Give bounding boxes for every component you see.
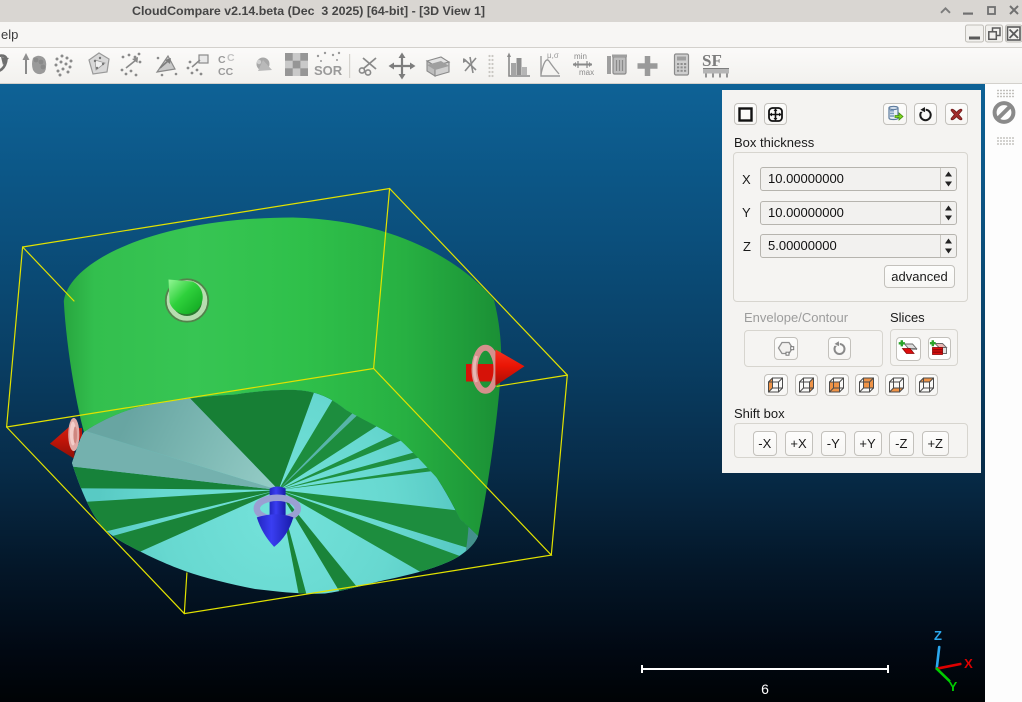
svg-text:X: X [964,656,973,671]
svg-text:CC: CC [218,66,234,78]
svg-text:SF: SF [702,51,722,70]
svg-text:6: 6 [761,681,769,697]
svg-text:C: C [218,54,226,66]
svg-text:max: max [579,68,594,77]
svg-text:μ,σ: μ,σ [547,51,559,60]
svg-text:Y: Y [949,679,958,694]
svg-text:SOR: SOR [314,63,343,78]
svg-text:C: C [227,52,235,64]
svg-text:min: min [574,52,587,61]
svg-text:Z: Z [934,628,942,643]
